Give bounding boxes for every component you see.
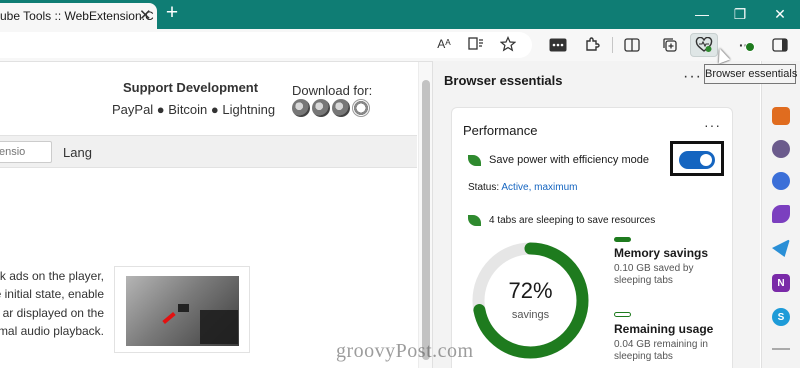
- immersive-reader-icon[interactable]: [462, 32, 490, 56]
- status-line: Status: Active, maximum: [468, 182, 578, 193]
- new-tab-button[interactable]: +: [162, 2, 182, 26]
- card-more-icon[interactable]: ···: [704, 117, 721, 133]
- savings-percent: 72%: [508, 278, 552, 303]
- paragraph-line: k ads on the player,: [0, 269, 104, 283]
- close-window-button[interactable]: ✕: [760, 3, 800, 25]
- title-bar: ube Tools :: WebExtension.C ✕ + — ❐ ✕: [0, 0, 800, 29]
- status-label: Status:: [468, 182, 500, 193]
- remaining-usage-swatch: [614, 312, 631, 317]
- people-icon[interactable]: [772, 140, 790, 158]
- description-paragraph: k ads on the player, e initial state, en…: [0, 267, 104, 340]
- download-title: Download for:: [292, 83, 373, 98]
- tab-title: ube Tools :: WebExtension.C: [0, 9, 154, 23]
- browser-essentials-icon[interactable]: [690, 33, 718, 57]
- tab-close-icon[interactable]: ✕: [139, 6, 152, 24]
- scrollbar-thumb[interactable]: [422, 80, 430, 360]
- search-bar-row: Lang: [0, 135, 417, 168]
- collections-icon[interactable]: [656, 33, 684, 57]
- pane-more-icon[interactable]: ···: [683, 68, 702, 86]
- web-page: Support Development PayPal ● Bitcoin ● L…: [0, 61, 432, 368]
- efficiency-mode-label: Save power with efficiency mode: [489, 154, 649, 166]
- paragraph-line: mal audio playback.: [0, 323, 104, 338]
- maximize-button[interactable]: ❐: [720, 3, 760, 25]
- savings-donut-chart: 72% savings: [472, 242, 589, 359]
- play-icon: [178, 304, 189, 312]
- remaining-usage-desc: 0.04 GB remaining in sleeping tabs: [614, 339, 708, 362]
- sleeping-leaf-icon: [468, 215, 481, 226]
- shopping-bag-icon[interactable]: [772, 107, 790, 125]
- sidebar-toggle-icon[interactable]: [766, 33, 794, 57]
- firefox-icon[interactable]: [332, 99, 350, 117]
- minimize-button[interactable]: —: [682, 3, 722, 25]
- support-links[interactable]: PayPal ● Bitcoin ● Lightning: [112, 102, 275, 117]
- send-icon[interactable]: [772, 239, 790, 257]
- address-bar[interactable]: Aᴬ: [0, 32, 532, 58]
- arrow-icon: [162, 311, 176, 325]
- update-badge-icon: [745, 42, 755, 52]
- paragraph-line: ar displayed on the: [2, 305, 104, 320]
- browser-essentials-tooltip: Browser essentials: [704, 64, 797, 84]
- efficiency-toggle-highlight: [670, 141, 724, 176]
- toolbar-separator: [612, 37, 613, 53]
- efficiency-leaf-icon: [468, 155, 481, 166]
- memory-savings-swatch: [614, 237, 631, 242]
- support-title: Support Development: [123, 80, 259, 95]
- browser-download-icons: [292, 99, 370, 117]
- chrome-icon[interactable]: [292, 99, 310, 117]
- search-input[interactable]: [0, 141, 52, 163]
- status-value-link[interactable]: Active, maximum: [501, 182, 577, 193]
- opera-icon[interactable]: [352, 99, 370, 117]
- settings-menu-image: [200, 310, 238, 344]
- games-icon[interactable]: [772, 205, 790, 223]
- lang-label[interactable]: Lang: [63, 145, 92, 160]
- watermark: groovyPost.com: [336, 340, 474, 362]
- paragraph-line: e initial state, enable: [0, 287, 104, 302]
- performance-card: Performance ··· Save power with efficien…: [451, 107, 733, 368]
- read-aloud-icon[interactable]: Aᴬ: [430, 32, 458, 56]
- memory-savings-title: Memory savings: [614, 246, 709, 260]
- efficiency-mode-toggle[interactable]: [679, 151, 715, 169]
- active-tab[interactable]: ube Tools :: WebExtension.C ✕: [0, 3, 157, 29]
- extension-dots-icon[interactable]: [544, 33, 572, 57]
- page-scrollbar[interactable]: [418, 62, 432, 368]
- onenote-icon[interactable]: N: [772, 274, 790, 292]
- card-title: Performance: [463, 123, 538, 138]
- remaining-usage-title: Remaining usage: [614, 322, 714, 336]
- edge-sidebar: N S: [761, 61, 800, 368]
- skype-icon[interactable]: S: [772, 308, 790, 326]
- edge-icon[interactable]: [312, 99, 330, 117]
- toggle-knob: [700, 154, 712, 166]
- browser-essentials-pane: Browser essentials ··· Performance ··· S…: [432, 61, 760, 368]
- extensions-puzzle-icon[interactable]: [578, 33, 606, 57]
- memory-savings-desc: 0.10 GB saved by sleeping tabs: [614, 263, 694, 286]
- sleeping-tabs-label: 4 tabs are sleeping to save resources: [489, 215, 656, 226]
- player-screenshot: [126, 276, 239, 346]
- toolbar: Aᴬ ···: [0, 29, 800, 61]
- screenshot-thumbnail[interactable]: [114, 266, 250, 353]
- savings-word: savings: [512, 309, 550, 321]
- split-screen-icon[interactable]: [618, 33, 646, 57]
- sidebar-divider: [772, 348, 790, 350]
- pane-title: Browser essentials: [444, 73, 563, 88]
- copilot-icon[interactable]: [772, 172, 790, 190]
- favorite-star-icon[interactable]: [494, 32, 522, 56]
